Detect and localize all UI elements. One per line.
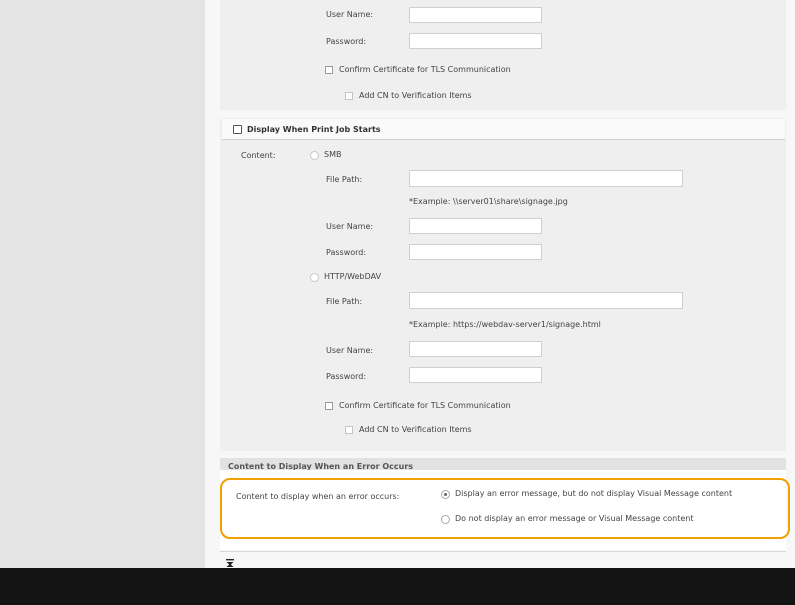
http-webdav-label: HTTP/WebDAV <box>324 272 382 281</box>
content-label: Content: <box>241 151 276 160</box>
smb-file-path-label: File Path: <box>326 175 363 184</box>
left-sidebar <box>0 0 205 568</box>
http-file-path-label: File Path: <box>326 297 363 306</box>
add-cn-label: Add CN to Verification Items <box>359 91 472 100</box>
smb-user-name-field[interactable] <box>409 218 542 234</box>
smb-radio[interactable] <box>310 151 319 160</box>
http-password-label: Password: <box>326 372 367 381</box>
http-example-text: *Example: https://webdav-server1/signage… <box>409 320 601 329</box>
smb-file-path-field[interactable] <box>409 170 683 187</box>
print-job-section-title: Display When Print Job Starts <box>247 125 381 134</box>
http-user-name-label: User Name: <box>326 346 374 355</box>
arrow-to-top-icon[interactable] <box>226 559 234 567</box>
http-webdav-radio[interactable] <box>310 273 319 282</box>
confirm-tls-checkbox[interactable] <box>325 66 333 74</box>
smb-label: SMB <box>324 150 342 159</box>
footer-bar <box>0 568 795 605</box>
http-confirm-tls-label: Confirm Certificate for TLS Communicatio… <box>339 401 511 410</box>
http-user-name-field[interactable] <box>409 341 542 357</box>
http-add-cn-checkbox[interactable] <box>345 426 353 434</box>
user-name-label: User Name: <box>326 10 374 19</box>
error-section-header: Content to Display When an Error Occurs <box>220 458 786 470</box>
http-file-path-field[interactable] <box>409 292 683 309</box>
display-when-print-job-starts-checkbox[interactable] <box>233 125 242 134</box>
http-confirm-tls-checkbox[interactable] <box>325 402 333 410</box>
user-name-field[interactable] <box>409 7 542 23</box>
http-password-field[interactable] <box>409 367 542 383</box>
add-cn-checkbox[interactable] <box>345 92 353 100</box>
password-field[interactable] <box>409 33 542 49</box>
confirm-tls-label: Confirm Certificate for TLS Communicatio… <box>339 65 511 74</box>
divider <box>220 551 786 552</box>
smb-example-text: *Example: \\server01\share\signage.jpg <box>409 197 568 206</box>
smb-password-label: Password: <box>326 248 367 257</box>
error-section-title: Content to Display When an Error Occurs <box>228 462 414 470</box>
password-label: Password: <box>326 37 367 46</box>
smb-password-field[interactable] <box>409 244 542 260</box>
highlight-frame <box>220 478 790 539</box>
http-add-cn-label: Add CN to Verification Items <box>359 425 472 434</box>
smb-user-name-label: User Name: <box>326 222 374 231</box>
